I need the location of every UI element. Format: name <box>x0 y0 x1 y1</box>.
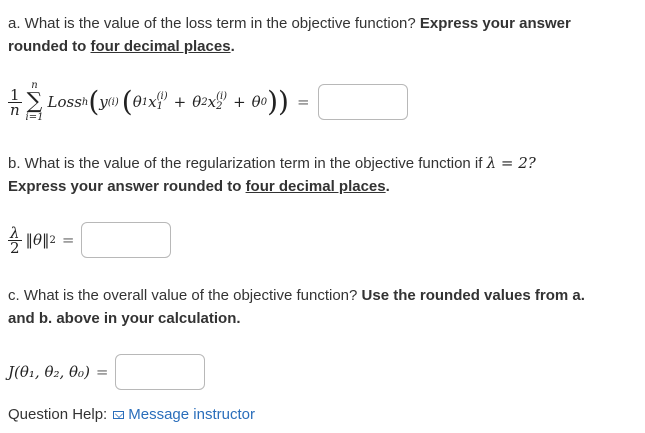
question-help: Question Help: Message instructor <box>8 406 255 423</box>
fraction-denominator: n <box>9 100 20 119</box>
loss-name: Loss <box>47 93 82 111</box>
x2-subscript: 2 <box>216 101 223 112</box>
open-paren: ( <box>88 85 100 118</box>
regularization-answer-input[interactable] <box>80 222 171 258</box>
close-paren-inner: ) <box>267 85 278 118</box>
x2-var: x <box>207 93 217 111</box>
lambda-value: λ = 2? <box>486 154 536 172</box>
question-b-period: . <box>385 178 390 195</box>
loss-formula: 1 n n ∑ i=1 Loss h ( y (i) ( θ1 x (i) 1 + θ2… <box>8 80 408 124</box>
message-instructor-label: Message instructor <box>128 406 255 423</box>
close-paren: ) <box>278 85 289 118</box>
theta-1: θ <box>132 93 142 111</box>
y-var: y <box>99 93 108 111</box>
question-c-prompt: c. What is the overall value of the obje… <box>8 287 362 304</box>
one-over-n-fraction: 1 n <box>8 87 22 119</box>
question-a-text: a. What is the value of the loss term in… <box>8 12 608 58</box>
objective-formula: J(θ₁, θ₂, θ₀) = <box>8 352 205 392</box>
theta-norm: ‖θ‖ <box>25 231 50 249</box>
regularization-formula: λ 2 ‖θ‖ 2 = <box>8 220 171 260</box>
question-c-text: c. What is the overall value of the obje… <box>8 284 608 330</box>
question-b-text: b. What is the value of the regularizati… <box>8 152 608 198</box>
sigma-glyph: ∑ <box>26 89 43 114</box>
equals-sign: = <box>95 363 109 381</box>
plus-sign: + <box>173 93 187 111</box>
sum-lower-limit: i=1 <box>25 112 44 123</box>
question-a-underlined: four decimal places <box>90 38 231 55</box>
loss-answer-input[interactable] <box>317 84 408 120</box>
two-denominator: 2 <box>9 238 20 257</box>
question-b-instruction: Express your answer rounded to <box>8 178 246 195</box>
x1-subscript: 1 <box>156 101 163 112</box>
lambda-over-two-fraction: λ 2 <box>8 225 22 257</box>
theta-2: θ <box>192 93 202 111</box>
y-superscript: (i) <box>107 96 119 108</box>
summation-symbol: n ∑ i=1 <box>26 81 44 123</box>
equals-sign: = <box>61 231 75 249</box>
x1-var: x <box>148 93 157 111</box>
message-instructor-link[interactable]: Message instructor <box>113 406 255 423</box>
question-a-period: . <box>230 38 235 55</box>
question-help-label: Question Help: <box>8 406 108 423</box>
norm-squared: 2 <box>49 234 56 246</box>
question-b-prompt: b. What is the value of the regularizati… <box>8 155 487 172</box>
equals-sign: = <box>296 93 310 111</box>
x2-scripts: (i) 2 <box>216 92 227 112</box>
objective-answer-input[interactable] <box>114 354 205 390</box>
question-a-prompt: a. What is the value of the loss term in… <box>8 15 420 32</box>
open-paren-inner: ( <box>121 85 133 118</box>
x1-scripts: (i) 1 <box>157 92 168 112</box>
theta-0: θ <box>251 93 261 111</box>
question-b-underlined: four decimal places <box>245 178 386 195</box>
plus-sign-2: + <box>233 93 246 111</box>
envelope-icon <box>113 410 125 419</box>
objective-lhs: J(θ₁, θ₂, θ₀) <box>8 363 90 381</box>
